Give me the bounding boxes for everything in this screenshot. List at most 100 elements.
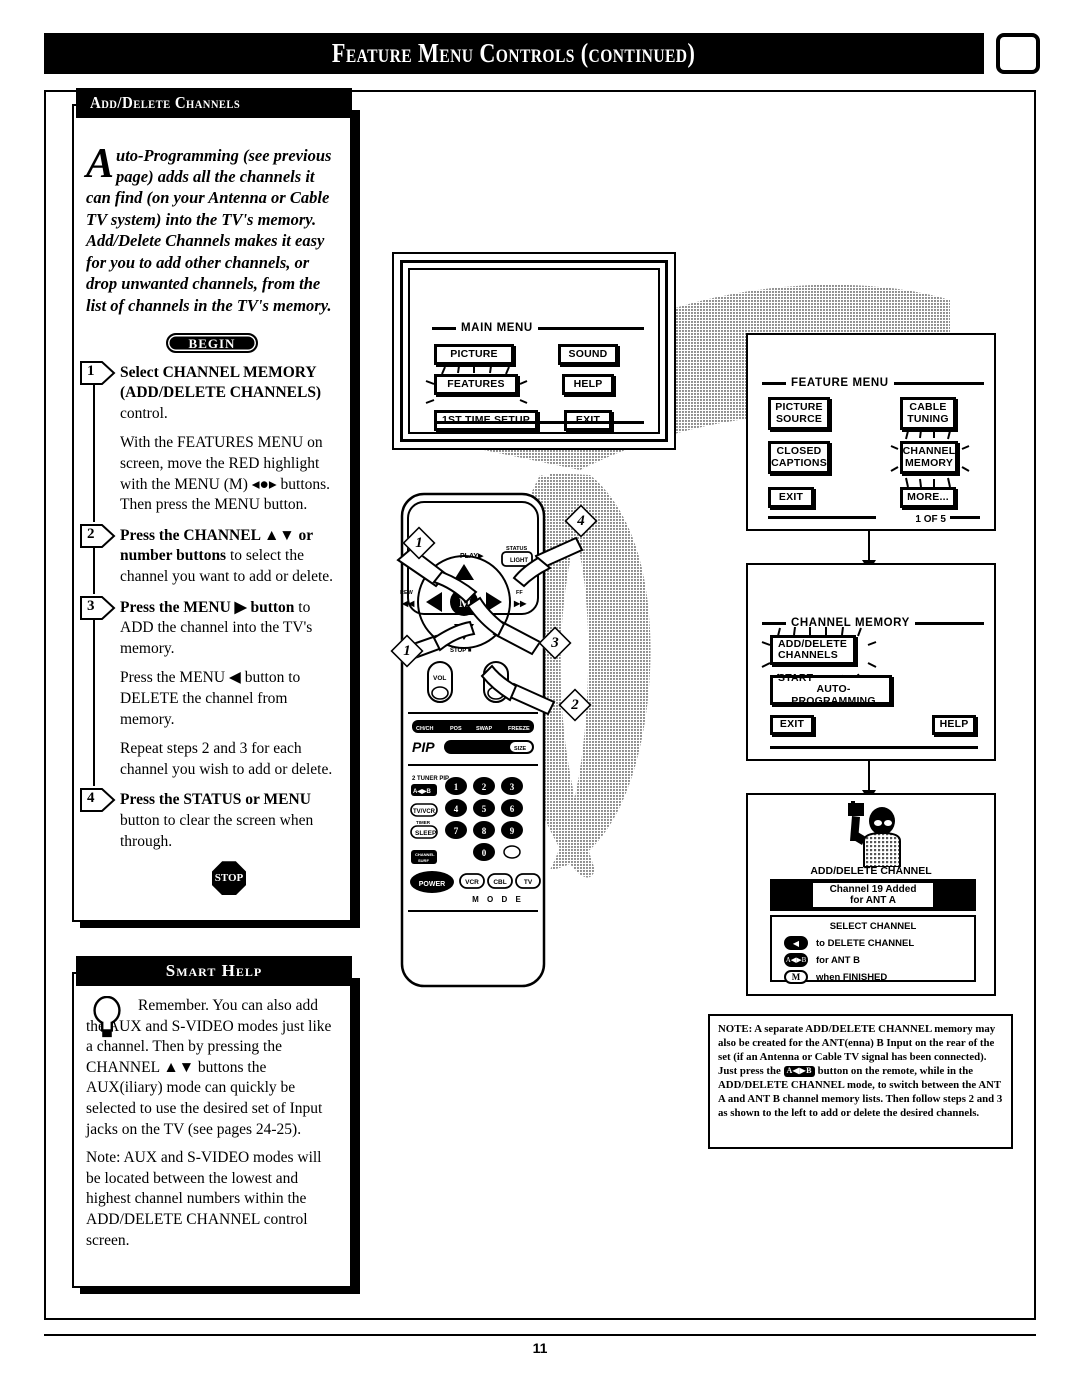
step-1-number: 1 [87, 362, 95, 379]
add-delete-channel-screen: ADD/DELETE CHANNEL Channel 19 Added for … [746, 793, 996, 996]
channel-memory-button-exit[interactable]: EXIT [770, 715, 814, 735]
callout-4-number: 4 [577, 512, 585, 529]
smart-help-heading-bar: Smart Help [76, 956, 352, 986]
svg-text:4: 4 [454, 804, 459, 814]
step-3-lead-text: Press the MENU ▶ button [120, 598, 295, 616]
add-delete-channel-title: ADD/DELETE CHANNEL [810, 865, 932, 877]
step-4-lead-text: Press the STATUS or MENU [120, 791, 311, 809]
title-rule-left [762, 621, 786, 625]
add-delete-status-line1: Channel 19 Added [829, 883, 917, 895]
title-rule-left [762, 381, 786, 385]
feature-menu-button-more[interactable]: MORE... [900, 487, 956, 508]
callout-3-number: 3 [551, 634, 559, 651]
feature-menu-bottom-rule-left [768, 516, 876, 519]
step-1-rule [93, 384, 95, 522]
step-2-marker: 2 [80, 523, 118, 548]
svg-text:SURF: SURF [418, 858, 429, 863]
callout-1a-number: 1 [415, 534, 423, 551]
ant-switch-chip-icon: A◀▶B [783, 1066, 815, 1077]
feature-menu-button-picture-source[interactable]: PICTURE SOURCE [768, 397, 830, 430]
feature-menu-button-closed-captions[interactable]: CLOSED CAPTIONS [768, 441, 830, 474]
smart-help-para-2: Note: AUX and S-VIDEO modes will be loca… [86, 1149, 322, 1249]
intro-text: uto-Programming (see previous page) adds… [86, 145, 332, 315]
step-1-para-1: With the FEATURES MENU on screen, move t… [120, 434, 331, 514]
ant-switch-key-icon: A◀▶B [784, 953, 808, 967]
channel-memory-button-start-line1: START [778, 672, 814, 685]
svg-text:TV/VCR: TV/VCR [413, 809, 436, 815]
channel-memory-title: CHANNEL MEMORY [791, 617, 910, 629]
channel-memory-button-add-delete-channels[interactable]: ADD/DELETE CHANNELS [770, 635, 856, 665]
callout-1b-number: 1 [403, 642, 411, 659]
left-arrow-key-icon: ◀ [784, 936, 808, 950]
step-4-marker: 4 [80, 788, 118, 813]
main-menu-bottom-rule [434, 421, 644, 424]
main-menu-screen-inner-frame: MAIN MENU PICTURE SOUND FEATURES HELP 1S… [400, 260, 668, 442]
main-menu-button-picture[interactable]: PICTURE [434, 344, 514, 365]
page-footer-rule [44, 1334, 1036, 1336]
drop-cap: A [86, 140, 115, 187]
note-label: NOTE: [718, 1023, 753, 1035]
note-box: NOTE: A separate ADD/DELETE CHANNEL memo… [708, 1014, 1013, 1149]
feature-menu-button-channel-memory-line2: MEMORY [904, 456, 954, 469]
channel-memory-title-row: CHANNEL MEMORY [762, 617, 984, 629]
step-3-para-1: Press the MENU ◀ button to DELETE the ch… [120, 669, 301, 728]
add-delete-status-line2: for ANT A [850, 895, 896, 906]
feature-menu-title-row: FEATURE MENU [762, 377, 984, 389]
callout-1a: 1 [402, 526, 448, 560]
svg-text:TV: TV [524, 879, 533, 886]
step-2: 2 Press the CHANNEL ▲▼ or number buttons… [80, 523, 338, 594]
select-channel-header: SELECT CHANNEL [829, 921, 917, 932]
channel-memory-button-help[interactable]: HELP [932, 715, 976, 735]
channel-memory-button-start-auto-programming[interactable]: START AUTO-PROGRAMMING [770, 672, 892, 707]
main-menu-button-help-label: HELP [573, 377, 603, 390]
tv-screen-icon [996, 33, 1040, 74]
add-delete-status-band: Channel 19 Added for ANT A [770, 879, 976, 911]
page-title: Feature Menu Controls (continued) [332, 38, 696, 68]
main-menu-title: MAIN MENU [461, 322, 533, 334]
svg-text:CHANNEL: CHANNEL [415, 852, 435, 857]
feature-menu-button-channel-memory-line1: CHANNEL [902, 445, 956, 458]
select-channel-row-3: M when FINISHED [784, 970, 974, 984]
svg-text:6: 6 [510, 804, 515, 814]
feature-menu-button-more-label: MORE... [907, 490, 949, 503]
title-rule-right [914, 621, 984, 625]
feature-menu-bottom-rule-right [950, 516, 980, 519]
main-menu-button-sound-label: SOUND [568, 347, 608, 360]
feature-menu-button-cable-tuning[interactable]: CABLE TUNING [900, 397, 956, 430]
callout-1b: 1 [390, 634, 436, 668]
svg-text:M O D E: M O D E [472, 895, 524, 904]
step-3-marker: 3 [80, 595, 118, 620]
main-menu-button-help[interactable]: HELP [562, 374, 614, 395]
smart-help-body: Remember. You can also add the AUX and S… [72, 972, 352, 1288]
step-2-lead: Press the CHANNEL ▲▼ or number buttons t… [120, 526, 338, 588]
title-rule-left [432, 326, 456, 330]
svg-text:A◀▶B: A◀▶B [413, 788, 432, 795]
svg-text:TIMER: TIMER [416, 820, 431, 825]
begin-badge: BEGIN [166, 332, 258, 353]
svg-text:9: 9 [510, 826, 515, 836]
person-with-remote-illustration [848, 801, 901, 867]
feature-menu-button-exit[interactable]: EXIT [768, 487, 814, 508]
feature-menu-button-exit-label: EXIT [778, 490, 804, 503]
step-4-lead: Press the STATUS or MENU button to clear… [120, 790, 338, 852]
callout-2-number: 2 [571, 696, 579, 713]
feature-menu-button-picture-source-line1: PICTURE [775, 401, 823, 414]
main-menu-button-sound[interactable]: SOUND [558, 344, 618, 365]
feature-menu-button-channel-memory[interactable]: CHANNEL MEMORY [900, 441, 958, 474]
step-2-rule [93, 547, 95, 594]
svg-text:5: 5 [482, 804, 487, 814]
select-channel-row-2: A◀▶B for ANT B [784, 953, 974, 967]
step-3-lead: Press the MENU ▶ button to ADD the chann… [120, 598, 338, 660]
main-menu-button-features[interactable]: FEATURES [434, 374, 518, 395]
step-1-marker: 1 [80, 360, 118, 385]
feature-menu-page-indicator: 1 OF 5 [915, 514, 946, 525]
main-menu-title-row: MAIN MENU [432, 322, 644, 334]
svg-text:VCR: VCR [465, 879, 479, 886]
channel-memory-button-add-delete-line2: CHANNELS [778, 649, 838, 661]
panel-heading-bar: Add/Delete Channels [76, 88, 352, 118]
main-menu-button-picture-label: PICTURE [450, 347, 498, 360]
svg-text:3: 3 [510, 782, 515, 792]
select-channel-row-3-text: when FINISHED [816, 971, 888, 983]
panel-heading-text: Add/Delete Channels [90, 93, 241, 112]
channel-memory-button-start-line2: AUTO-PROGRAMMING [791, 683, 876, 707]
